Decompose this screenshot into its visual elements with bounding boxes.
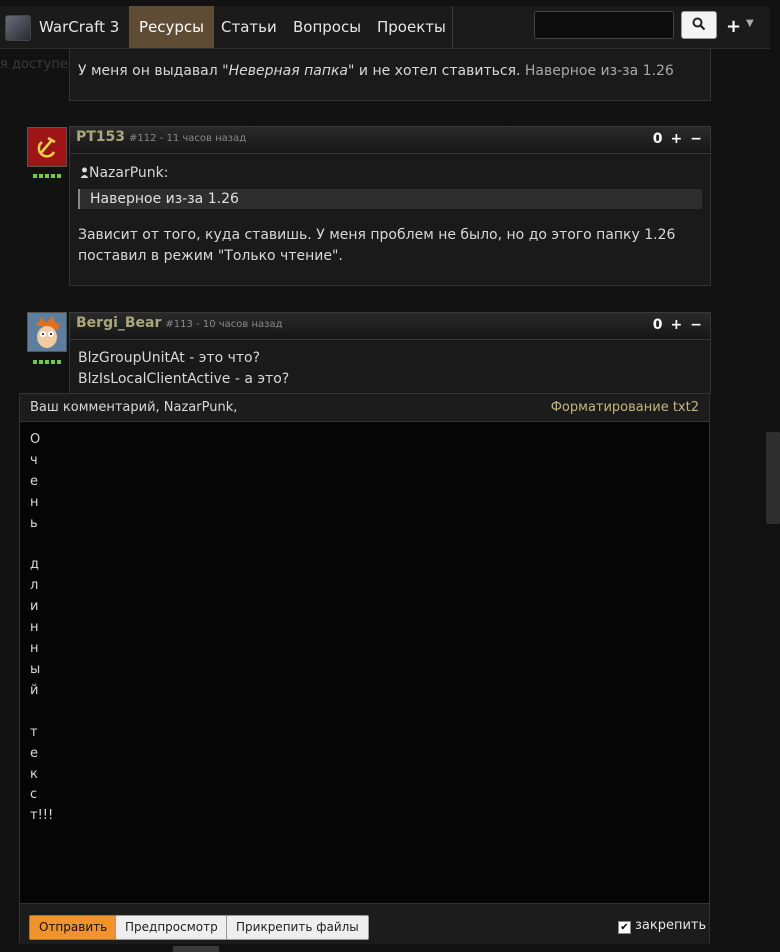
bottom-scroll-indicator [173, 946, 219, 952]
post-111-body: У меня он выдавал "Неверная папка" и не … [69, 49, 711, 101]
post-text-quote-tail: Наверное из-за 1.26 [524, 63, 674, 79]
vote-down-button[interactable]: − [690, 317, 702, 333]
search-button[interactable] [681, 11, 717, 39]
attach-files-button[interactable]: Прикрепить файлы [226, 915, 369, 940]
post-meta: #112 - 11 часов назад [129, 133, 247, 144]
page-scrollbar[interactable] [766, 432, 780, 524]
avatar-bergi-bear[interactable] [27, 312, 67, 352]
editor-toolbar: Отправить Предпросмотр Прикрепить файлы … [20, 903, 709, 944]
hammer-sickle-icon [28, 128, 66, 166]
pin-label: закрепить [635, 918, 707, 933]
post-112-header: PT153 #112 - 11 часов назад 0 + − [69, 126, 711, 154]
vote-up-button[interactable]: + [671, 317, 683, 333]
post-text-italic: "Неверная папка" [222, 63, 355, 79]
formatting-link[interactable]: Форматирование txt2 [551, 394, 699, 421]
post-text-suffix: и не хотел ставиться. [354, 63, 525, 79]
nav-item-resources[interactable]: Ресурсы [129, 6, 215, 48]
post-meta: #113 - 10 часов назад [165, 319, 283, 330]
chevron-down-icon[interactable]: ▼ [746, 18, 754, 29]
quote-block: Наверное из-за 1.26 [78, 189, 702, 209]
vote-score: 0 [652, 131, 663, 147]
vote-score: 0 [652, 317, 663, 333]
vote-controls: 0 + − [645, 131, 702, 147]
comment-text: Очень длинный текст!!! [30, 432, 54, 824]
nav-item-projects[interactable]: Проекты [367, 6, 456, 48]
editor-header: Ваш комментарий, NazarPunk, Форматирован… [20, 394, 709, 422]
nav-divider [452, 6, 453, 48]
send-button[interactable]: Отправить [29, 915, 118, 940]
editor-header-label: Ваш комментарий, NazarPunk, [30, 400, 238, 415]
vote-down-button[interactable]: − [690, 131, 702, 147]
reputation-bar [33, 360, 63, 364]
post-113-line-1: BlzGroupUnitAt - это что? [78, 350, 261, 366]
magnifier-icon [692, 17, 706, 31]
post-113-line-2: BlzIsLocalClientActive - а это? [78, 371, 290, 387]
post-113-body: BlzGroupUnitAt - это что? BlzIsLocalClie… [69, 340, 711, 394]
avatar-pt153[interactable] [27, 127, 67, 167]
pin-toggle[interactable]: ✔ закрепить [618, 918, 706, 934]
comment-editor: Ваш комментарий, NazarPunk, Форматирован… [19, 393, 710, 944]
pin-checkbox[interactable]: ✔ [618, 921, 631, 934]
site-title-link[interactable]: WarCraft 3 [29, 6, 129, 48]
author-name[interactable]: PT153 #112 - 11 часов назад [76, 129, 246, 145]
post-111-text: У меня он выдавал "Неверная папка" и не … [78, 61, 674, 82]
preview-button[interactable]: Предпросмотр [115, 915, 228, 940]
reputation-bar [33, 174, 63, 178]
user-icon [80, 167, 89, 178]
fry-face-icon [28, 313, 66, 351]
vote-controls: 0 + − [645, 317, 702, 333]
post-113-header: Bergi_Bear #113 - 10 часов назад 0 + − [69, 312, 711, 340]
nav-item-questions[interactable]: Вопросы [283, 6, 371, 48]
post-112-body: NazarPunk: Наверное из-за 1.26 Зависит о… [69, 154, 711, 286]
nav-item-articles[interactable]: Статьи [211, 6, 287, 48]
post-112-text: Зависит от того, куда ставишь. У меня пр… [78, 227, 676, 264]
search-input[interactable] [534, 11, 674, 39]
warcraft-logo-icon[interactable] [5, 15, 31, 41]
post-text-prefix: У меня он выдавал [78, 63, 223, 79]
author-name[interactable]: Bergi_Bear #113 - 10 часов назад [76, 315, 283, 331]
vote-up-button[interactable]: + [671, 131, 683, 147]
plus-menu-icon[interactable]: + [726, 16, 741, 37]
comment-textarea[interactable]: Очень длинный текст!!! [20, 422, 709, 902]
top-navigation: WarCraft 3 Ресурсы Статьи Вопросы Проект… [0, 6, 770, 49]
quote-author: NazarPunk: [80, 163, 169, 184]
